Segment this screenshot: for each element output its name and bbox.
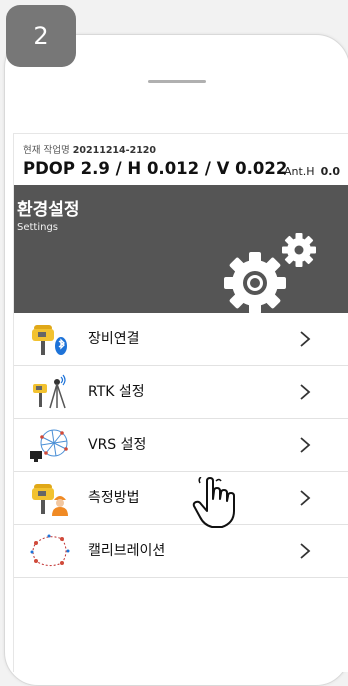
receiver-surveyor-icon bbox=[32, 484, 68, 516]
menu-item-calibration[interactable]: 캘리브레이션 bbox=[14, 525, 348, 578]
menu-item-device-connection[interactable]: 장비연결 bbox=[14, 313, 348, 366]
phone-speaker bbox=[148, 80, 206, 83]
calibration-points-icon bbox=[30, 534, 70, 567]
page-subtitle: Settings bbox=[17, 222, 59, 233]
status-bar: 현재 작업명 20211214-2120 PDOP 2.9 / H 0.012 … bbox=[14, 134, 348, 185]
step-number-badge: 2 bbox=[6, 5, 76, 67]
menu-item-label: 측정방법 bbox=[88, 490, 140, 506]
antenna-height-value: 0.0 bbox=[320, 165, 341, 178]
app-screen: 현재 작업명 20211214-2120 PDOP 2.9 / H 0.012 … bbox=[13, 133, 348, 672]
chevron-right-icon bbox=[300, 437, 311, 453]
menu-item-label: RTK 설정 bbox=[88, 384, 145, 400]
chevron-right-icon bbox=[300, 331, 311, 347]
job-name-line: 현재 작업명 20211214-2120 bbox=[23, 142, 156, 156]
settings-header: 환경설정 Settings bbox=[14, 185, 348, 313]
menu-item-measurement-method[interactable]: 측정방법 bbox=[14, 472, 348, 525]
chevron-right-icon bbox=[300, 384, 311, 400]
menu-item-vrs-settings[interactable]: VRS 설정 bbox=[14, 419, 348, 472]
job-name-label: 현재 작업명 bbox=[23, 145, 70, 156]
gears-icon bbox=[224, 233, 316, 313]
antenna-height: Ant.H 0.0 bbox=[284, 165, 340, 178]
job-name-value: 20211214-2120 bbox=[72, 145, 157, 156]
vrs-network-icon bbox=[30, 429, 68, 462]
chevron-right-icon bbox=[300, 543, 311, 559]
menu-item-label: 장비연결 bbox=[88, 331, 140, 347]
antenna-height-label: Ant.H bbox=[284, 165, 315, 178]
menu-item-rtk-settings[interactable]: RTK 설정 bbox=[14, 366, 348, 419]
pdop-readout: PDOP 2.9 / H 0.012 / V 0.022 bbox=[23, 159, 288, 178]
menu-item-label: VRS 설정 bbox=[88, 437, 147, 453]
pointing-hand-icon bbox=[192, 477, 235, 528]
settings-menu: 장비연결 RTK 설정 VRS 설정 측정방법 캘리브레이션 bbox=[14, 313, 348, 578]
receiver-bluetooth-icon bbox=[32, 325, 67, 355]
page-title: 환경설정 bbox=[17, 200, 80, 220]
chevron-right-icon bbox=[300, 490, 311, 506]
menu-item-label: 캘리브레이션 bbox=[88, 543, 166, 559]
receiver-base-station-icon bbox=[33, 374, 66, 409]
